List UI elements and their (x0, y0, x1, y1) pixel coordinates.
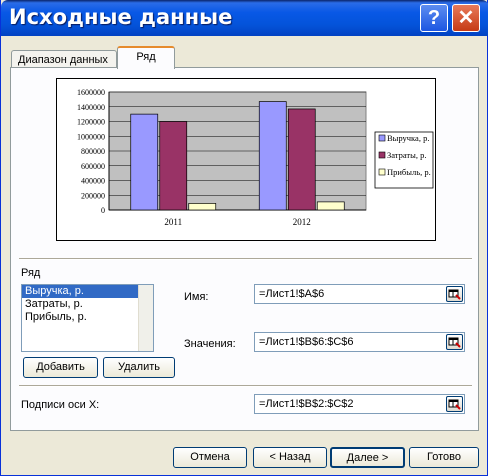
list-item[interactable]: Прибыль, р. (22, 311, 153, 324)
tab-series[interactable]: Ряд (117, 46, 175, 69)
y-tick-label: 1200000 (77, 118, 105, 127)
legend-swatch (378, 134, 386, 142)
cancel-button[interactable]: Отмена (173, 447, 247, 468)
separator (19, 258, 472, 260)
x-tick-label: 2012 (293, 217, 311, 227)
legend-swatch (378, 151, 386, 159)
y-tick-label: 0 (101, 206, 105, 215)
range-picker-icon[interactable] (446, 396, 463, 412)
listbox-scrollbar[interactable] (138, 285, 153, 351)
legend-label: Затраты, р. (387, 150, 426, 160)
y-tick-label: 800000 (81, 147, 105, 156)
help-icon: ? (427, 7, 441, 29)
title-bar[interactable]: Исходные данные ? ✕ (1, 0, 488, 36)
series-listbox[interactable]: Выручка, р. Затраты, р. Прибыль, р. (21, 284, 154, 352)
chart-preview: 1600000 1400000 1200000 1000000 800000 600000… (56, 78, 436, 241)
next-button[interactable]: Далее > (330, 447, 405, 468)
y-tick-label: 1400000 (77, 103, 105, 112)
separator (19, 385, 472, 387)
legend-label: Выручка, р. (387, 133, 429, 143)
y-tick-label: 600000 (81, 162, 105, 171)
bar (188, 203, 217, 211)
list-item[interactable]: Затраты, р. (22, 298, 153, 311)
values-field-value: =Лист1!$B$6:$C$6 (259, 336, 354, 348)
legend-label: Прибыль, р. (387, 167, 431, 177)
add-series-button[interactable]: Добавить (23, 357, 98, 378)
values-field[interactable]: =Лист1!$B$6:$C$6 (254, 332, 465, 352)
name-field[interactable]: =Лист1!$A$6 (254, 284, 465, 304)
bar (287, 108, 316, 211)
finish-button[interactable]: Готово (409, 447, 479, 468)
close-icon: ✕ (457, 7, 475, 29)
y-tick-label: 200000 (81, 191, 105, 200)
series-section-label: Ряд (21, 267, 41, 279)
x-tick-label: 2011 (164, 217, 182, 227)
legend-swatch (378, 168, 386, 176)
close-button[interactable]: ✕ (452, 4, 480, 32)
source-data-dialog: Исходные данные ? ✕ Диапазон данных Ряд … (0, 0, 488, 476)
y-tick-label: 1600000 (77, 88, 105, 97)
list-item[interactable]: Выручка, р. (22, 285, 140, 298)
bar (159, 121, 188, 211)
back-button[interactable]: < Назад (253, 447, 327, 468)
y-tick-label: 1000000 (77, 132, 105, 141)
range-picker-icon[interactable] (446, 334, 463, 350)
help-button[interactable]: ? (420, 4, 448, 32)
values-label: Значения: (184, 338, 236, 350)
chart-svg: 1600000 1400000 1200000 1000000 800000 600000… (77, 88, 434, 227)
xaxis-label: Подписи оси X: (21, 399, 100, 411)
bar (316, 201, 345, 211)
xaxis-labels-field[interactable]: =Лист1!$B$2:$C$2 (254, 394, 465, 414)
range-picker-icon[interactable] (446, 286, 463, 302)
name-label: Имя: (184, 291, 209, 303)
dialog-title: Исходные данные (9, 5, 233, 29)
tab-panel: 1600000 1400000 1200000 1000000 800000 600000… (10, 67, 479, 431)
name-field-value: =Лист1!$A$6 (259, 288, 325, 300)
bar (258, 101, 287, 211)
remove-series-button[interactable]: Удалить (103, 357, 175, 378)
xaxis-field-value: =Лист1!$B$2:$C$2 (259, 398, 354, 410)
y-tick-label: 400000 (81, 177, 105, 186)
bar (130, 113, 159, 211)
